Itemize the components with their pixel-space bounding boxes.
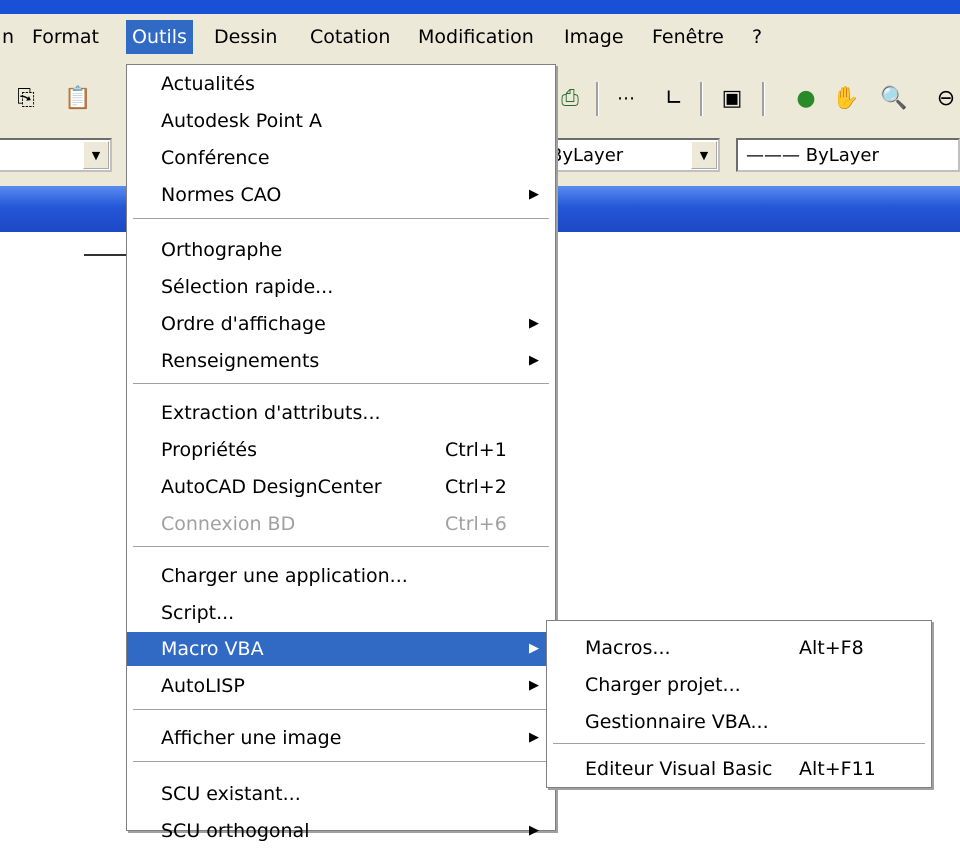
- plot-icon[interactable]: ⎙: [556, 84, 584, 112]
- menu-cotation[interactable]: Cotation: [304, 20, 396, 54]
- menu-fenetre[interactable]: Fenêtre: [646, 20, 730, 54]
- menu-item-conference[interactable]: Conférence: [127, 141, 555, 175]
- menu-separator: [133, 709, 549, 711]
- menu-item-label: Macro VBA: [161, 638, 264, 660]
- zoom-previous-icon[interactable]: ⊖: [932, 84, 960, 112]
- menu-item-label: Connexion BD: [161, 513, 296, 535]
- menu-item-scu-existant[interactable]: SCU existant...: [127, 777, 555, 811]
- submenu-arrow-icon: ▶: [529, 316, 539, 331]
- menu-help[interactable]: ?: [746, 20, 768, 54]
- menu-item-selection-rapide[interactable]: Sélection rapide...: [127, 270, 555, 304]
- menu-item-label: SCU orthogonal: [161, 820, 310, 842]
- linetype-dropdown[interactable]: ——— ByLayer: [736, 138, 960, 172]
- copy-icon[interactable]: ⎘: [12, 84, 40, 112]
- menu-item-label: Script...: [161, 602, 235, 624]
- menu-item-proprietes[interactable]: Propriétés Ctrl+1: [127, 433, 555, 467]
- layer-dropdown[interactable]: ▼: [0, 138, 112, 172]
- menu-item-gestionnaire-vba[interactable]: Gestionnaire VBA...: [547, 705, 931, 739]
- menu-item-normes-cao[interactable]: Normes CAO ▶: [127, 178, 555, 212]
- menu-item-extraction-attributs[interactable]: Extraction d'attributs...: [127, 396, 555, 430]
- menu-item-scu-orthogonal[interactable]: SCU orthogonal ▶: [127, 814, 555, 848]
- menu-item-label: Macros...: [585, 637, 671, 659]
- menu-item-orthographe[interactable]: Orthographe: [127, 233, 555, 267]
- menu-item-charger-application[interactable]: Charger une application...: [127, 559, 555, 593]
- paste-icon[interactable]: 📋: [64, 84, 92, 112]
- outils-menu: Actualités Autodesk Point A Conférence N…: [126, 64, 556, 842]
- macro-vba-submenu: Macros... Alt+F8 Charger projet... Gestio…: [546, 620, 932, 788]
- toolbar-separator: [700, 82, 703, 116]
- menu-format[interactable]: Format: [26, 20, 105, 54]
- menu-item-macros[interactable]: Macros... Alt+F8: [547, 631, 931, 665]
- menu-item-label: Gestionnaire VBA...: [585, 711, 769, 733]
- menu-item-script[interactable]: Script...: [127, 596, 555, 630]
- menu-modification[interactable]: Modification: [412, 20, 540, 54]
- menu-bar: n Format Outils Dessin Cotation Modifica…: [0, 14, 960, 66]
- submenu-arrow-icon: ▶: [529, 187, 539, 202]
- menu-item-actualites[interactable]: Actualités: [127, 67, 555, 101]
- linetype-value: ——— ByLayer: [746, 145, 879, 166]
- color-dropdown[interactable]: ByLayer ▼: [540, 138, 720, 172]
- menu-item-label: Extraction d'attributs...: [161, 402, 381, 424]
- menu-item-renseignements[interactable]: Renseignements ▶: [127, 344, 555, 378]
- menu-item-label: AutoLISP: [161, 675, 245, 697]
- menu-item-connexion-bd: Connexion BD Ctrl+6: [127, 507, 555, 541]
- menu-item-label: Afficher une image: [161, 727, 342, 749]
- title-bar-strip: [0, 0, 960, 14]
- menu-shortcut: Alt+F8: [799, 637, 864, 659]
- orbit-icon[interactable]: ●: [792, 84, 820, 112]
- menu-item-label: Orthographe: [161, 239, 283, 261]
- submenu-arrow-icon: ▶: [529, 641, 539, 656]
- submenu-arrow-icon: ▶: [529, 823, 539, 838]
- menu-item-label: Editeur Visual Basic: [585, 758, 773, 780]
- menu-item-editeur-vb[interactable]: Editeur Visual Basic Alt+F11: [547, 752, 931, 786]
- menu-item-label: Renseignements: [161, 350, 320, 372]
- menu-item-label: Autodesk Point A: [161, 110, 323, 132]
- menu-item-label: Propriétés: [161, 439, 258, 461]
- menu-separator: [133, 218, 549, 220]
- menu-item-label: Actualités: [161, 73, 255, 95]
- menu-item-point-a[interactable]: Autodesk Point A: [127, 104, 555, 138]
- menu-item-label: Charger une application...: [161, 565, 408, 587]
- menu-item-afficher-image[interactable]: Afficher une image ▶: [127, 721, 555, 755]
- submenu-arrow-icon: ▶: [529, 353, 539, 368]
- menu-separator: [553, 743, 925, 745]
- menu-item-label: Sélection rapide...: [161, 276, 334, 298]
- zoom-window-icon[interactable]: ▣: [718, 84, 746, 112]
- toolbar-separator: [762, 82, 765, 116]
- zoom-realtime-icon[interactable]: 🔍: [880, 84, 908, 112]
- submenu-arrow-icon: ▶: [529, 678, 539, 693]
- menu-item-label: Charger projet...: [585, 674, 741, 696]
- menu-separator: [133, 383, 549, 385]
- pan-icon[interactable]: ✋: [832, 84, 860, 112]
- ucs-icon[interactable]: ∟: [660, 84, 688, 112]
- menu-item-label: SCU existant...: [161, 783, 301, 805]
- menu-separator: [133, 761, 549, 763]
- chevron-down-icon[interactable]: ▼: [691, 141, 717, 169]
- drawing-line: [84, 254, 128, 256]
- menu-shortcut: Ctrl+2: [445, 476, 507, 498]
- menu-item-label: Conférence: [161, 147, 270, 169]
- menu-dessin[interactable]: Dessin: [208, 20, 283, 54]
- menu-item-label: Normes CAO: [161, 184, 282, 206]
- menu-separator: [133, 546, 549, 548]
- menu-item-ordre-affichage[interactable]: Ordre d'affichage ▶: [127, 307, 555, 341]
- color-value: ByLayer: [550, 145, 624, 166]
- menu-image[interactable]: Image: [558, 20, 630, 54]
- chevron-down-icon[interactable]: ▼: [83, 141, 109, 169]
- distance-icon[interactable]: ⋯: [612, 84, 640, 112]
- menu-shortcut: Ctrl+1: [445, 439, 507, 461]
- menu-shortcut: Ctrl+6: [445, 513, 507, 535]
- menu-item-designcenter[interactable]: AutoCAD DesignCenter Ctrl+2: [127, 470, 555, 504]
- toolbar-separator: [596, 82, 599, 116]
- submenu-arrow-icon: ▶: [529, 730, 539, 745]
- menu-item-charger-projet[interactable]: Charger projet...: [547, 668, 931, 702]
- menu-item-macro-vba[interactable]: Macro VBA ▶: [127, 632, 555, 666]
- menu-item-label: AutoCAD DesignCenter: [161, 476, 382, 498]
- menu-outils[interactable]: Outils: [126, 20, 193, 54]
- menu-item-autolisp[interactable]: AutoLISP ▶: [127, 669, 555, 703]
- menu-item-label: Ordre d'affichage: [161, 313, 326, 335]
- menu-item-partial[interactable]: n: [0, 20, 20, 54]
- menu-shortcut: Alt+F11: [799, 758, 876, 780]
